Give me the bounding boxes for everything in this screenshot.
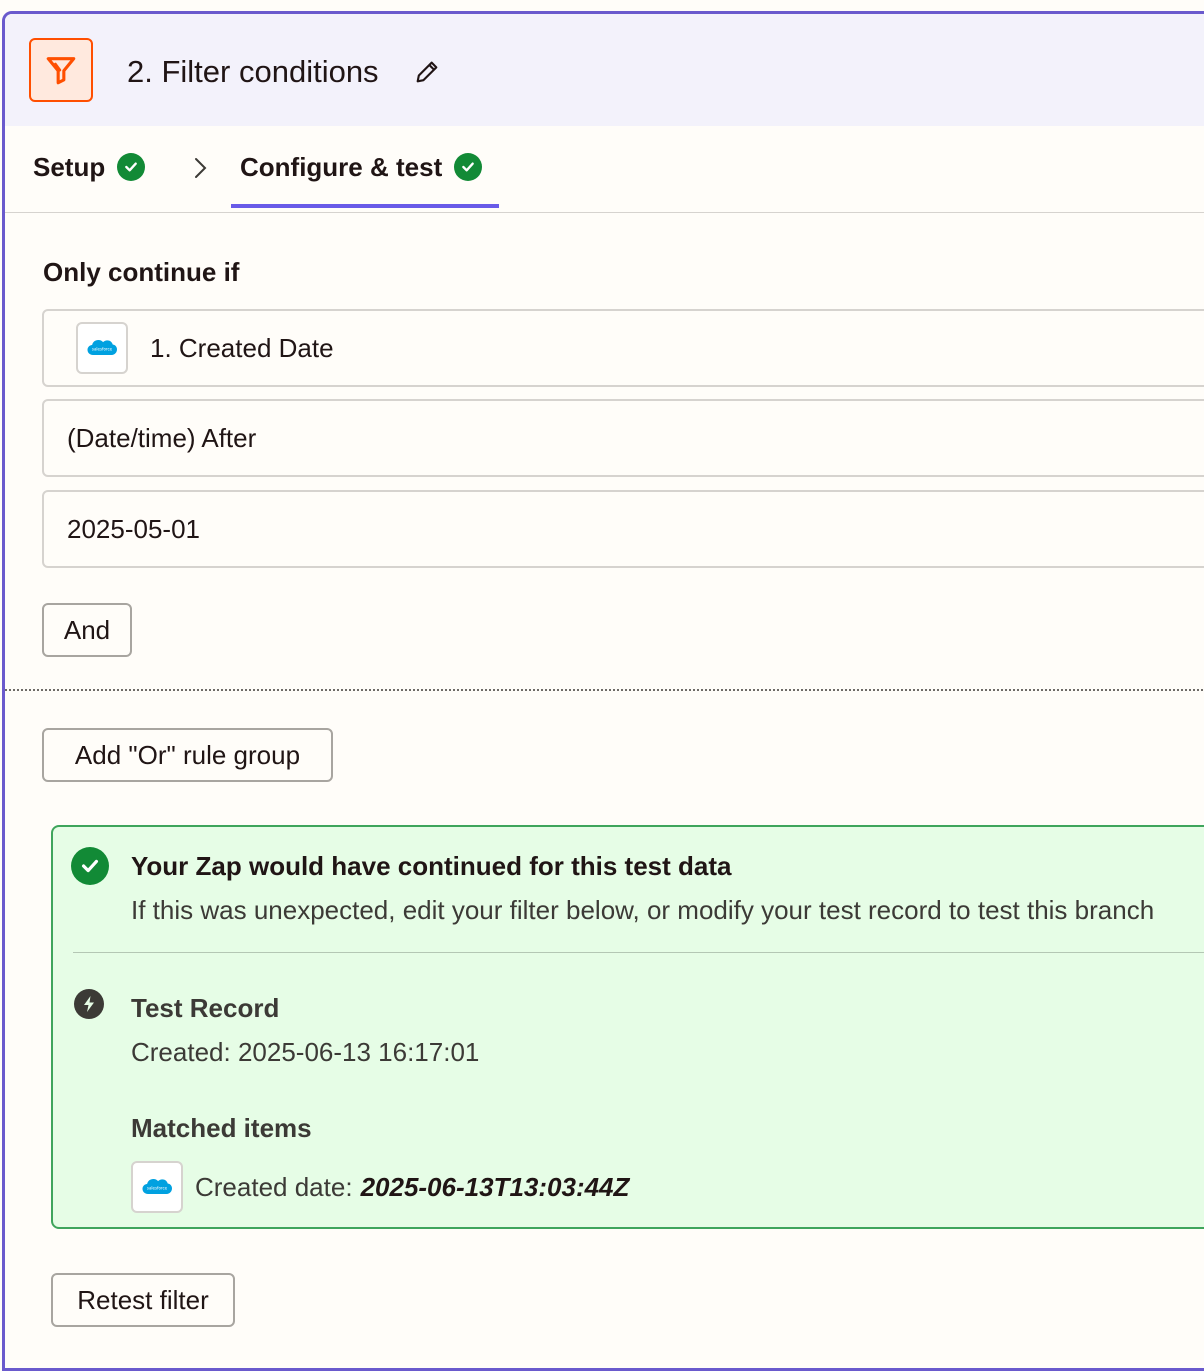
matched-value: 2025-06-13T13:03:44Z <box>360 1171 630 1202</box>
test-record-created: Created: 2025-06-13 16:17:01 <box>131 1037 480 1067</box>
check-circle-icon <box>117 153 146 181</box>
salesforce-icon: salesforce <box>131 1161 183 1213</box>
test-result-card: Your Zap would have continued for this t… <box>51 825 1204 1229</box>
lightning-bolt-icon <box>74 989 104 1019</box>
section-label: Only continue if <box>43 257 240 287</box>
field-selector[interactable]: salesforce 1. Created Date <box>42 309 1204 387</box>
tab-label: Setup <box>33 151 106 182</box>
result-title: Your Zap would have continued for this t… <box>131 851 732 881</box>
tab-configure-test[interactable]: Configure & test <box>240 151 483 182</box>
svg-text:salesforce: salesforce <box>147 1186 168 1191</box>
check-circle-icon <box>71 847 109 885</box>
value-input[interactable]: 2025-05-01 <box>42 490 1204 568</box>
svg-text:salesforce: salesforce <box>92 347 113 352</box>
tab-label: Configure & test <box>240 151 443 182</box>
result-divider <box>73 952 1204 953</box>
field-value: 1. Created Date <box>150 332 334 363</box>
and-button[interactable]: And <box>42 603 132 657</box>
test-record-title: Test Record <box>131 993 280 1023</box>
filter-step-panel: 2. Filter conditions Setup Configure & t… <box>2 11 1204 1371</box>
check-circle-icon <box>454 153 483 181</box>
add-or-rule-group-button[interactable]: Add "Or" rule group <box>42 728 333 782</box>
tab-setup[interactable]: Setup <box>33 151 146 182</box>
step-header: 2. Filter conditions <box>5 14 1204 126</box>
condition-value: (Date/time) After <box>67 422 257 453</box>
input-value: 2025-05-01 <box>67 513 200 544</box>
matched-label: Created date: <box>195 1171 353 1202</box>
pencil-icon[interactable] <box>413 58 441 91</box>
matched-item: salesforce Created date: 2025-06-13T13:0… <box>131 1161 629 1213</box>
condition-select[interactable]: (Date/time) After <box>42 399 1204 477</box>
retest-filter-button[interactable]: Retest filter <box>51 1273 235 1327</box>
section-divider <box>5 689 1204 691</box>
step-title: 2. Filter conditions <box>127 54 379 89</box>
matched-items-title: Matched items <box>131 1113 312 1143</box>
step-tabs: Setup Configure & test <box>5 126 1204 213</box>
result-description: If this was unexpected, edit your filter… <box>131 895 1155 925</box>
salesforce-icon: salesforce <box>76 322 128 374</box>
active-tab-indicator <box>231 204 499 208</box>
filter-icon <box>29 38 93 102</box>
chevron-right-icon <box>191 155 209 186</box>
